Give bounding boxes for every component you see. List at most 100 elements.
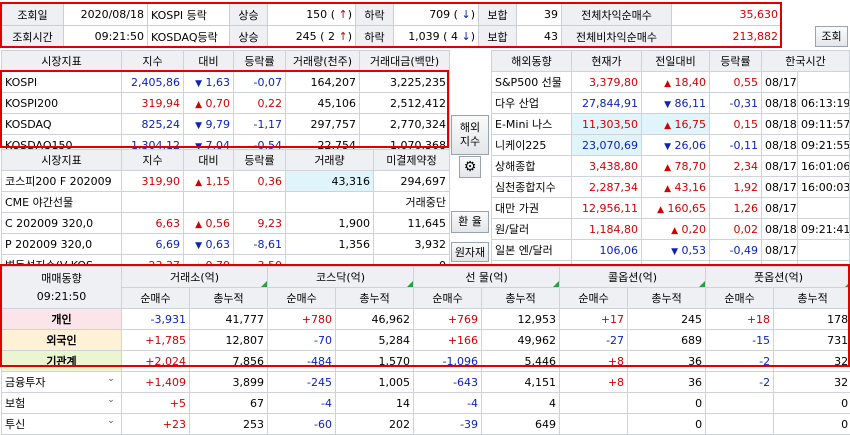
time-label: 조회시간 [2, 26, 64, 48]
futures-row[interactable]: P 202009 320,06,69▼ 0,63-8,611,3563,932 [2, 234, 450, 255]
futures-name: C 202009 320,0 [2, 213, 122, 234]
date-value: 08/18 [762, 219, 798, 240]
trading-row[interactable]: 투신⌄+23253-60202-3964900 [2, 414, 850, 435]
chevron-down-icon[interactable]: ⌄ [104, 416, 118, 426]
futures-row[interactable]: 코스피200 F 202009319,90▲ 1,150,3643,316294… [2, 171, 450, 192]
futures-name: P 202009 320,0 [2, 234, 122, 255]
commodity-button[interactable]: 원자재 [451, 242, 489, 262]
net-buy-value: -27 [560, 330, 628, 351]
down-arrow-icon: ↓ [461, 30, 470, 43]
date-value: 08/17 [762, 156, 798, 177]
total-value: 178 [774, 309, 850, 330]
net-buy-value: -643 [414, 372, 482, 393]
column-header: 대비 [184, 51, 234, 72]
volume-value: 43,316 [286, 171, 374, 192]
column-header: 한국시간 [762, 51, 850, 72]
overseas-name: 심천종합지수 [492, 177, 572, 198]
group-header: 거래소(억) [122, 267, 268, 288]
net-buy-value: +769 [414, 309, 482, 330]
overseas-row[interactable]: 원/달러1,184,80▲ 0,200,0208/1809:21:41 [492, 219, 850, 240]
total-value: 14 [336, 393, 414, 414]
overseas-name: 다우 산업 [492, 93, 572, 114]
group-header: 선 물(억) [414, 267, 560, 288]
column-header: 지수 [122, 51, 184, 72]
refresh-button[interactable]: 조회 [815, 26, 848, 47]
total-value: 649 [482, 414, 560, 435]
sub-header-total: 총누적 [628, 288, 706, 309]
paren: ) [348, 8, 352, 21]
open-interest-value: 11,645 [374, 213, 450, 234]
open-interest-value: 3,932 [374, 234, 450, 255]
trading-title: 매매동향 [5, 270, 118, 288]
futures-row[interactable]: CME 야간선물거래중단 [2, 192, 450, 213]
column-header: 거래량 [286, 150, 374, 171]
down-label: 하락 [356, 26, 394, 48]
trading-time: 09:21:50 [5, 288, 118, 306]
index-name: KOSPI [2, 72, 122, 93]
index-value: 825,24 [122, 114, 184, 135]
trading-row[interactable]: 금융투자⌄+1,4093,899-2451,005-6434,151+836-2… [2, 372, 850, 393]
price-value: 11,303,50 [572, 114, 642, 135]
chevron-down-icon[interactable]: ⌄ [104, 395, 118, 405]
total-value: 7,856 [190, 351, 268, 372]
overseas-row[interactable]: 대만 가권12,956,11▲ 160,651,2608/17 [492, 198, 850, 219]
overseas-row[interactable]: 일본 엔/달러106,06▼ 0,53-0,4908/17 [492, 240, 850, 261]
trading-row[interactable]: 기관계+2,0247,856-4841,570-1,0965,446+836-2… [2, 351, 850, 372]
futures-name: 코스피200 F 202009 [2, 171, 122, 192]
rate-value: -0,31 [710, 93, 762, 114]
overseas-row[interactable]: S&P500 선물3,379,80▲ 18,400,5508/17 [492, 72, 850, 93]
total-value: 32 [774, 372, 850, 393]
trading-row[interactable]: 외국인+1,78512,807-705,284+16649,962-27689-… [2, 330, 850, 351]
market-index-row[interactable]: KOSDAQ825,24▼ 9,79-1,17297,7572,770,324 [2, 114, 450, 135]
trading-row[interactable]: 개인-3,93141,777+78046,962+76912,953+17245… [2, 309, 850, 330]
volume-value: 164,207 [286, 72, 360, 93]
total-value: 1,005 [336, 372, 414, 393]
total-value: 12,807 [190, 330, 268, 351]
net-buy-value: +23 [122, 414, 190, 435]
time-value: 09:21:41 [798, 219, 850, 240]
total-value: 253 [190, 414, 268, 435]
time-value [798, 72, 850, 93]
market-index-row[interactable]: KOSPI200319,94▲ 0,700,2245,1062,512,412 [2, 93, 450, 114]
overseas-row[interactable]: 니케이22523,070,69▼ 26,06-0,1108/1809:21:55 [492, 135, 850, 156]
date-value: 08/17 [762, 177, 798, 198]
change-cell: ▼ 26,06 [642, 135, 710, 156]
investor-name: 금융투자⌄ [2, 372, 122, 393]
futures-table: 시장지표지수대비등락률거래량미결제약정 코스피200 F 202009319,9… [1, 149, 450, 276]
price-value: 1,184,80 [572, 219, 642, 240]
market-index-row[interactable]: KOSPI2,405,86▼ 1,63-0,07164,2073,225,235 [2, 72, 450, 93]
futures-row[interactable]: C 202009 320,06,63▲ 0,569,231,90011,645 [2, 213, 450, 234]
price-value: 27,844,91 [572, 93, 642, 114]
fx-button[interactable]: 환 율 [451, 211, 489, 233]
date-value: 08/18 [762, 93, 798, 114]
flat-label: 보합 [479, 4, 517, 26]
change-cell: ▲ 43,16 [642, 177, 710, 198]
futures-index [122, 192, 184, 213]
total-value: 4 [482, 393, 560, 414]
gear-icon[interactable]: ⚙ [459, 156, 481, 178]
investor-name: 외국인 [2, 330, 122, 351]
down-triangle-icon: ▼ [671, 247, 678, 257]
amount-value: 2,770,324 [360, 114, 450, 135]
total-value: 0 [628, 414, 706, 435]
price-value: 106,06 [572, 240, 642, 261]
time-value: 09:21:55 [798, 135, 850, 156]
overseas-row[interactable]: 다우 산업27,844,91▼ 86,11-0,3108/1806:13:19 [492, 93, 850, 114]
total-value: 5,446 [482, 351, 560, 372]
overseas-row[interactable]: 심천종합지수2,287,34▲ 43,161,9208/1716:00:03 [492, 177, 850, 198]
up-value: 150 [306, 8, 327, 21]
net-label: 전체비차익순매수 [562, 26, 672, 48]
investor-name: 개인 [2, 309, 122, 330]
price-value: 12,956,11 [572, 198, 642, 219]
overseas-index-button[interactable]: 해외 지수 [451, 115, 489, 155]
up-triangle-icon: ▲ [664, 163, 671, 173]
rate-value: 9,23 [234, 213, 286, 234]
overseas-row[interactable]: 상해종합3,438,80▲ 78,702,3408/1716:01:06 [492, 156, 850, 177]
trading-row[interactable]: 보험⌄+567-414-4400 [2, 393, 850, 414]
chevron-down-icon[interactable]: ⌄ [104, 374, 118, 384]
change-value: 0,56 [206, 217, 231, 230]
date-label: 조회일 [2, 4, 64, 26]
overseas-row[interactable]: E-Mini 나스11,303,50▲ 16,750,1508/1809:11:… [492, 114, 850, 135]
time-value [798, 198, 850, 219]
net-buy-value: -70 [268, 330, 336, 351]
